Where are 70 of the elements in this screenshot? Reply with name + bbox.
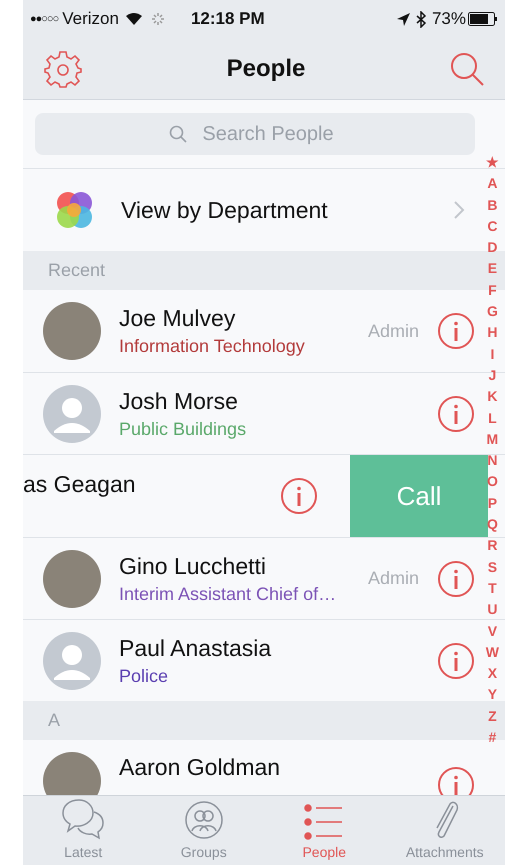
department-label: Interim Assistant Chief of…: [119, 582, 338, 606]
contact-name: Gino Lucchetti: [119, 552, 268, 580]
index-letter[interactable]: ★: [486, 152, 499, 174]
index-letter[interactable]: F: [488, 280, 497, 302]
tab[interactable]: Attachments: [384, 796, 505, 865]
role-label: Admin: [368, 567, 419, 590]
search-icon: [169, 125, 187, 143]
index-letter[interactable]: N: [487, 450, 498, 472]
index-letter[interactable]: M: [486, 428, 498, 450]
list-icon: [304, 804, 344, 840]
bluetooth-icon: [416, 10, 427, 28]
search-icon[interactable]: [448, 50, 485, 86]
index-letter[interactable]: D: [487, 237, 498, 258]
wifi-icon: [124, 12, 143, 26]
signal-dots: ●●○○○: [30, 12, 58, 27]
index-letter[interactable]: L: [488, 408, 497, 429]
info-icon[interactable]: [437, 766, 475, 797]
department-label: Information Technology: [119, 335, 306, 358]
index-letter[interactable]: X: [488, 663, 498, 684]
tab[interactable]: Groups: [144, 796, 264, 865]
info-icon[interactable]: [437, 642, 475, 680]
info-icon[interactable]: [280, 477, 318, 515]
index-letter[interactable]: R: [487, 535, 498, 557]
index-letter[interactable]: J: [488, 364, 496, 386]
index-letter[interactable]: K: [487, 386, 498, 408]
index-letter[interactable]: W: [486, 642, 499, 664]
avatar-photo-placeholder: [43, 752, 101, 797]
index-letter[interactable]: C: [487, 216, 498, 238]
index-letter[interactable]: U: [487, 599, 498, 621]
nav-title: People: [226, 54, 306, 84]
index-letter[interactable]: Y: [488, 684, 498, 706]
contact-name: Paul Anastasia: [119, 634, 272, 662]
chat-bubbles-icon: [61, 798, 106, 840]
index-letter[interactable]: A: [487, 173, 498, 195]
index-letter[interactable]: I: [490, 344, 494, 365]
groups-icon: [184, 800, 224, 840]
spinner-icon: [150, 12, 165, 26]
contact-name: Aaron Goldman: [119, 753, 282, 782]
index-letter[interactable]: H: [487, 322, 498, 344]
index-letter[interactable]: V: [488, 620, 498, 642]
tab[interactable]: People: [264, 796, 384, 865]
clock-label: 12:18 PM: [190, 8, 265, 30]
index-letter[interactable]: S: [488, 556, 498, 578]
department-label: Police: [119, 664, 170, 688]
index-letter[interactable]: E: [488, 258, 498, 280]
avatar-silhouette-icon: [43, 384, 101, 442]
contact-name: Joe Mulvey: [119, 304, 236, 333]
index-letter[interactable]: G: [486, 301, 498, 322]
battery-icon: [468, 12, 498, 26]
search-field[interactable]: Search People: [35, 113, 475, 155]
info-icon[interactable]: [437, 394, 475, 432]
contact-name: as Geagan: [23, 470, 136, 499]
call-button[interactable]: Call: [350, 455, 488, 537]
chevron-right-icon: [453, 200, 465, 220]
index-letter[interactable]: Z: [488, 706, 497, 728]
battery-label: 73%: [432, 8, 466, 30]
index-letter[interactable]: P: [488, 492, 498, 514]
department-label: Public Buildings: [119, 418, 248, 441]
index-letter[interactable]: #: [488, 727, 496, 748]
index-letter[interactable]: T: [488, 578, 497, 600]
info-icon[interactable]: [437, 312, 475, 350]
info-icon[interactable]: [437, 560, 475, 598]
role-label: Admin: [368, 320, 419, 342]
index-letter[interactable]: B: [487, 194, 498, 216]
tab[interactable]: Latest: [23, 796, 144, 865]
settings-icon[interactable]: [43, 48, 83, 88]
contact-name: Josh Morse: [119, 386, 239, 416]
carrier-label: Verizon: [62, 8, 119, 30]
avatar-silhouette-icon: [43, 632, 101, 690]
location-arrow-icon: [396, 12, 410, 26]
